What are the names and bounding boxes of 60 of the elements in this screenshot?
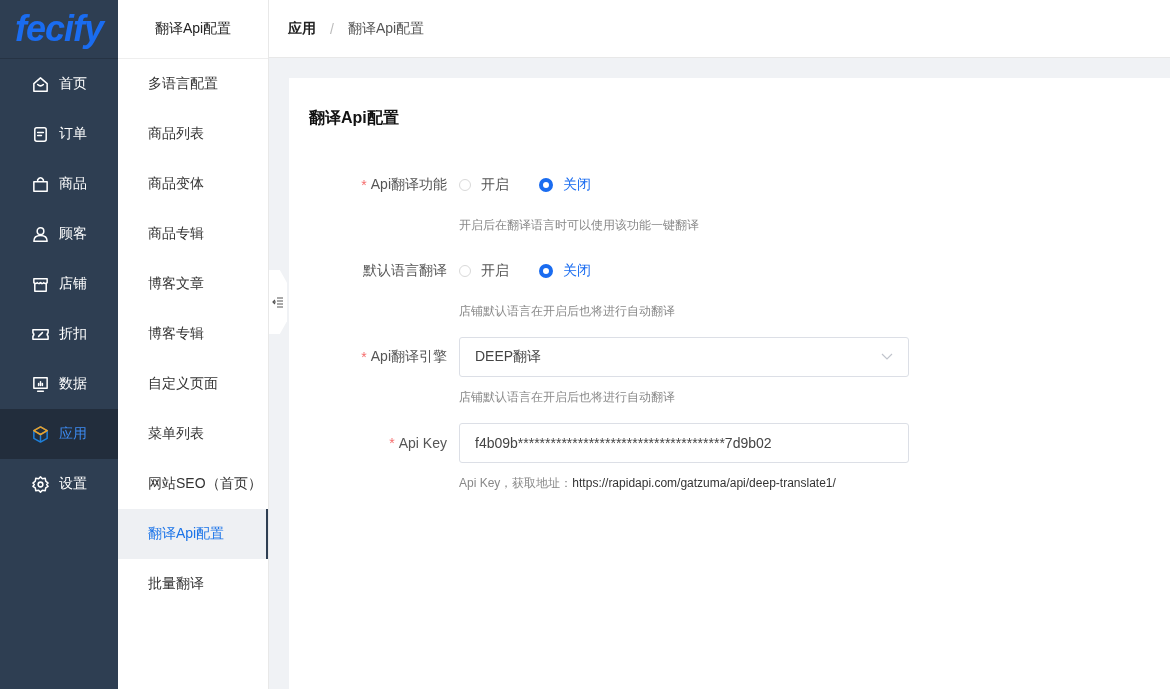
field-label: Api翻译引擎 — [370, 348, 447, 366]
cube-icon — [31, 424, 50, 444]
nav-item[interactable]: 店铺 — [0, 259, 118, 309]
nav-item[interactable]: 设置 — [0, 459, 118, 509]
field-label: 默认语言翻译 — [363, 262, 447, 280]
submenu-item[interactable]: 多语言配置 — [118, 59, 268, 109]
collapse-icon — [272, 296, 284, 308]
select-value: DEEP翻译 — [475, 348, 542, 366]
nav-item[interactable]: 顾客 — [0, 209, 118, 259]
nav-item[interactable]: 订单 — [0, 109, 118, 159]
submenu-item[interactable]: 博客文章 — [118, 259, 268, 309]
submenu-title: 翻译Api配置 — [118, 0, 268, 59]
radio-option[interactable]: 关闭 — [539, 176, 591, 194]
nav-item[interactable]: 数据 — [0, 359, 118, 409]
submenu-item[interactable]: 自定义页面 — [118, 359, 268, 409]
field-label: Api Key — [398, 435, 447, 451]
radio-button[interactable] — [539, 178, 553, 192]
submenu-item[interactable]: 翻译Api配置 — [118, 509, 268, 559]
input-field[interactable]: f4b09b**************************************7d9b02 — [459, 423, 909, 463]
user-icon — [31, 224, 50, 244]
settings-icon — [31, 474, 50, 494]
submenu-item[interactable]: 博客专辑 — [118, 309, 268, 359]
field-label: Api翻译功能 — [370, 176, 447, 194]
breadcrumb-separator: / — [330, 20, 334, 37]
submenu-item[interactable]: 批量翻译 — [118, 559, 268, 609]
radio-option[interactable]: 关闭 — [539, 262, 591, 280]
nav-item[interactable]: 商品 — [0, 159, 118, 209]
hint-text: 开启后在翻译语言时可以使用该功能一键翻译 — [459, 217, 699, 233]
required-mark: * — [389, 435, 395, 451]
submenu-item[interactable]: 网站SEO（首页） — [118, 459, 268, 509]
breadcrumb-item[interactable]: 应用 — [288, 19, 316, 38]
radio-button[interactable] — [539, 264, 553, 278]
hint-text: 店铺默认语言在开启后也将进行自动翻译 — [459, 389, 676, 405]
radio-label: 开启 — [481, 262, 509, 280]
radio-label: 关闭 — [563, 262, 591, 280]
nav-item[interactable]: 首页 — [0, 59, 118, 109]
radio-label: 关闭 — [563, 176, 591, 194]
required-mark: * — [361, 177, 367, 193]
submenu-item[interactable]: 商品变体 — [118, 159, 268, 209]
radio-option[interactable]: 开启 — [459, 176, 509, 194]
breadcrumb-item: 翻译Api配置 — [347, 19, 425, 38]
home-icon — [31, 74, 50, 94]
required-mark: * — [361, 349, 367, 365]
shopping-bag-icon — [31, 174, 50, 194]
hint-text: Api Key，获取地址：https://rapidapi.com/gatzuma/api/deep-translate1/ — [459, 475, 837, 491]
collapse-tab[interactable] — [269, 270, 287, 334]
nav-item[interactable]: 应用 — [0, 409, 118, 459]
select-field[interactable]: DEEP翻译 — [459, 337, 909, 377]
document-icon — [31, 124, 50, 144]
hint-text: 店铺默认语言在开启后也将进行自动翻译 — [459, 303, 675, 319]
submenu-item[interactable]: 菜单列表 — [118, 409, 268, 459]
card-title: 翻译Api配置 — [309, 108, 400, 128]
submenu-item[interactable]: 商品列表 — [118, 109, 268, 159]
chevron-down-icon — [881, 353, 893, 361]
chart-screen-icon — [31, 374, 50, 394]
submenu-item[interactable]: 商品专辑 — [118, 209, 268, 259]
link[interactable]: https://rapidapi.com/gatzuma/api/deep-translate1/ — [572, 476, 836, 490]
radio-label: 开启 — [481, 176, 509, 194]
radio-option[interactable]: 开启 — [459, 262, 509, 280]
nav-item[interactable]: 折扣 — [0, 309, 118, 359]
